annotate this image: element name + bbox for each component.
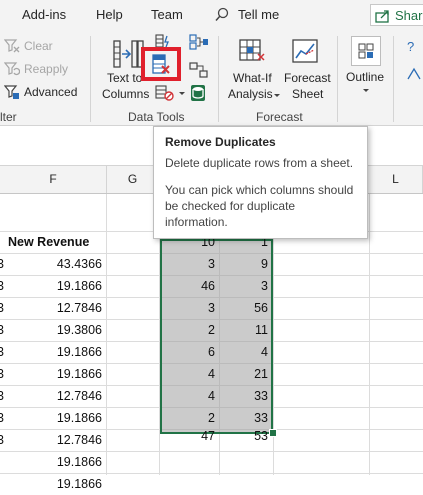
share-icon (375, 10, 389, 23)
what-if-label-2[interactable]: Analysis (228, 87, 273, 101)
tooltip-detail-line: information. (165, 215, 228, 229)
svg-text:?: ? (407, 39, 414, 54)
cell-f[interactable]: 19.1866 (0, 473, 102, 495)
forecast-sheet-label-2[interactable]: Sheet (292, 87, 323, 101)
help-secondary-icon[interactable] (405, 65, 423, 83)
consolidate-icon[interactable] (189, 34, 209, 50)
share-button[interactable]: Share (370, 4, 423, 26)
outline-button-frame[interactable] (351, 36, 381, 66)
data-validation-dropdown-caret[interactable] (179, 92, 185, 95)
ribbon-tab-bar: Add-ins Help Team Tell me Share (0, 0, 423, 30)
flash-fill-icon[interactable] (155, 34, 173, 48)
remove-duplicates-button[interactable] (141, 47, 181, 81)
cell-f[interactable]: 19.1866 (0, 407, 102, 429)
cell-f[interactable]: 12.7846 (0, 297, 102, 319)
tooltip-detail-line: You can pick which columns should (165, 183, 354, 197)
tooltip-detail-line: be checked for duplicate (165, 199, 296, 213)
ribbon-separator (393, 36, 394, 122)
manage-data-model-icon[interactable] (189, 84, 209, 102)
text-to-columns-icon[interactable] (112, 38, 144, 70)
cell-f[interactable]: 19.1866 (0, 451, 102, 473)
tab-add-ins[interactable]: Add-ins (22, 7, 66, 22)
selected-cell-col2[interactable]: 4 (220, 341, 268, 363)
remove-duplicates-icon (152, 54, 170, 74)
selected-cell-col2[interactable]: 33 (220, 385, 268, 407)
column-header-l[interactable]: L (369, 166, 423, 193)
reapply-label: Reapply (24, 62, 69, 76)
selected-cell-col2[interactable]: 56 (220, 297, 268, 319)
advanced-label: Advanced (24, 85, 78, 99)
selected-cell-col1[interactable]: 3 (160, 297, 215, 319)
advanced-filter-icon (4, 85, 19, 99)
outline-dropdown-caret[interactable] (363, 89, 369, 92)
cell-f-header[interactable]: New Revenue (8, 231, 104, 253)
tooltip-title: Remove Duplicates (165, 135, 276, 149)
cell-f[interactable]: 19.1866 (0, 363, 102, 385)
data-tools-group-label: Data Tools (128, 110, 185, 124)
cell-f[interactable]: 43.4366 (0, 253, 102, 275)
fill-handle[interactable] (269, 429, 277, 437)
reapply-filter-icon (4, 62, 20, 76)
text-to-columns-label-2[interactable]: Columns (102, 87, 149, 101)
selected-cell-col1[interactable]: 47 (160, 425, 215, 447)
grid-line (106, 194, 107, 475)
grid-line (369, 194, 370, 475)
clear-filter-icon (4, 39, 20, 53)
ribbon-separator (90, 36, 91, 122)
selected-cell-col1[interactable]: 4 (160, 385, 215, 407)
forecast-sheet-icon[interactable] (291, 38, 321, 66)
tell-me-search[interactable]: Tell me (238, 7, 279, 22)
data-validation-icon[interactable] (155, 85, 175, 101)
selected-cell-col1[interactable]: 2 (160, 319, 215, 341)
selected-cell-col2[interactable]: 11 (220, 319, 268, 341)
selected-cell-col2[interactable]: 21 (220, 363, 268, 385)
cell-f[interactable]: 12.7846 (0, 385, 102, 407)
selected-cell-col1[interactable]: 6 (160, 341, 215, 363)
cell-f[interactable]: 19.3806 (0, 319, 102, 341)
selected-cell-col1[interactable]: 46 (160, 275, 215, 297)
column-header-f[interactable]: F (0, 166, 107, 193)
ribbon-separator (218, 36, 219, 122)
outline-label[interactable]: Outline (346, 70, 384, 84)
cell-f[interactable]: 12.7846 (0, 429, 102, 451)
what-if-analysis-icon[interactable] (238, 38, 268, 66)
selected-cell-col1[interactable]: 4 (160, 363, 215, 385)
sort-filter-group-label: lter (0, 110, 17, 124)
ribbon-panel: Clear Reapply Advanced lter Text to Colu… (0, 30, 423, 126)
selected-cell-col1[interactable]: 3 (160, 253, 215, 275)
relationships-icon[interactable] (189, 62, 209, 78)
remove-duplicates-tooltip: Remove Duplicates Delete duplicate rows … (153, 126, 368, 239)
share-label: Share (395, 8, 423, 23)
what-if-dropdown-caret[interactable] (274, 94, 280, 97)
selected-cell-col2[interactable]: 53 (220, 425, 268, 447)
cell-f[interactable]: 19.1866 (0, 341, 102, 363)
text-to-columns-label-1[interactable]: Text to (107, 71, 142, 85)
ribbon-separator (337, 36, 338, 122)
what-if-label-1[interactable]: What-If (233, 71, 272, 85)
outline-icon (358, 43, 374, 59)
column-header-g[interactable]: G (107, 166, 159, 193)
selected-cell-col2[interactable]: 3 (220, 275, 268, 297)
help-icon[interactable]: ? (405, 38, 423, 56)
lightbulb-search-icon[interactable] (214, 7, 230, 23)
cell-f[interactable]: 19.1866 (0, 275, 102, 297)
tab-help[interactable]: Help (96, 7, 123, 22)
forecast-group-label: Forecast (256, 110, 303, 124)
tooltip-description: Delete duplicate rows from a sheet. (165, 156, 354, 170)
clear-label: Clear (24, 39, 53, 53)
tab-team[interactable]: Team (151, 7, 183, 22)
forecast-sheet-label-1[interactable]: Forecast (284, 71, 331, 85)
selected-cell-col2[interactable]: 9 (220, 253, 268, 275)
